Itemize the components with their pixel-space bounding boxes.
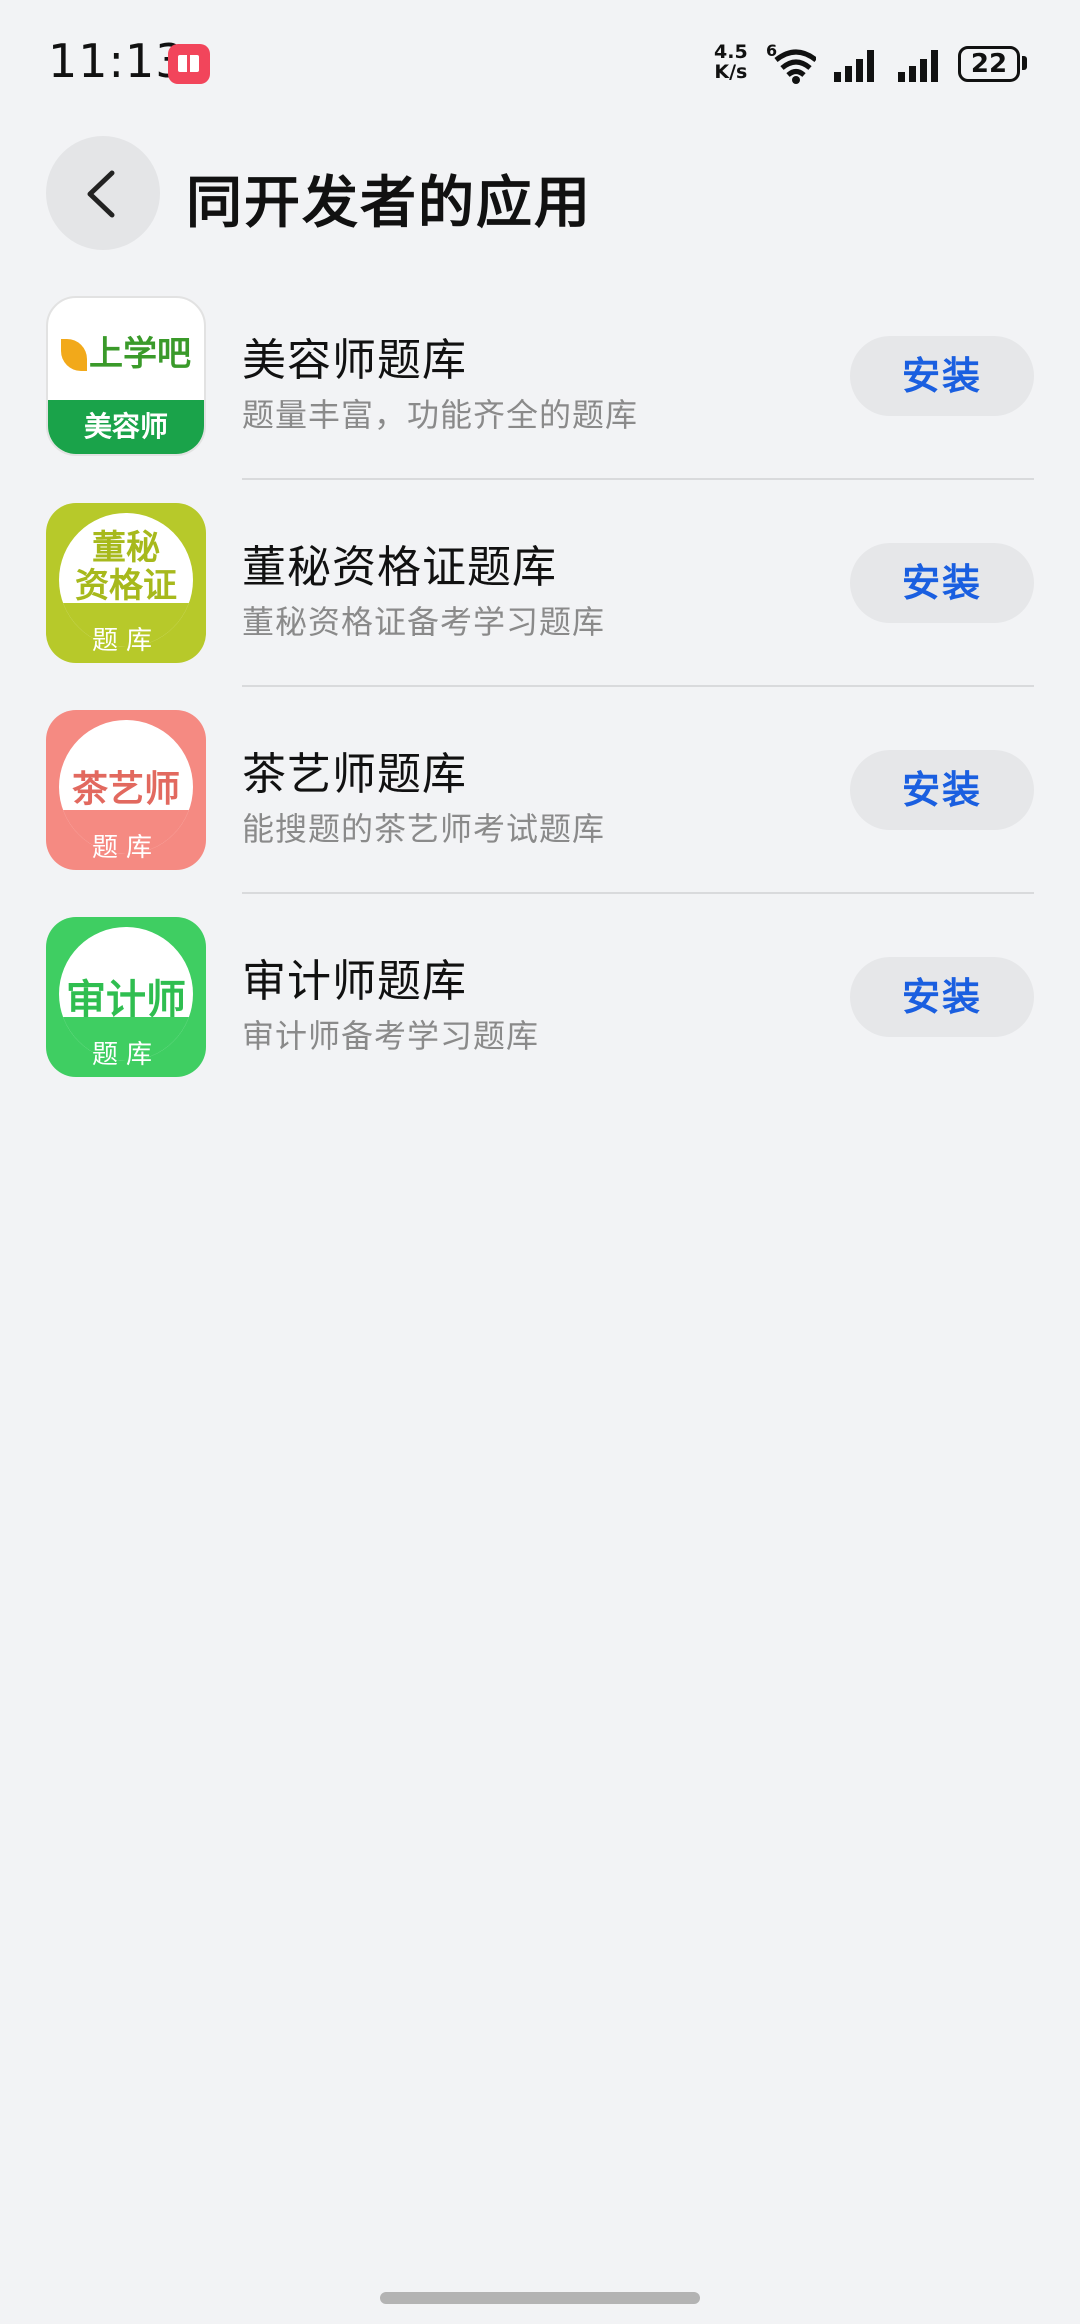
- install-button[interactable]: 安装: [850, 336, 1034, 416]
- chevron-left-icon: [87, 170, 115, 218]
- app-icon-subtitle: 题库: [91, 626, 160, 656]
- app-name[interactable]: 茶艺师题库: [242, 738, 467, 802]
- app-list: 上学吧 美容师 美容师题库 题量丰富，功能齐全的题库 安装 董秘 资格证 题库 …: [0, 294, 1080, 1122]
- book-app-notification-icon: [168, 44, 210, 84]
- battery-icon: 22: [958, 46, 1020, 82]
- network-speed: 4.5 K/s: [714, 41, 748, 83]
- signal-icon: [834, 50, 874, 82]
- app-icon-brand: 上学吧: [48, 326, 204, 375]
- home-indicator[interactable]: [380, 2292, 700, 2304]
- status-bar: 11:13 4.5 K/s 6 22: [0, 0, 1080, 130]
- app-description: 审计师备考学习题库: [242, 1017, 540, 1055]
- battery-tip: [1022, 56, 1027, 70]
- install-button[interactable]: 安装: [850, 750, 1034, 830]
- leaf-icon: [61, 339, 87, 371]
- app-icon[interactable]: 上学吧 美容师: [46, 296, 206, 456]
- list-item[interactable]: 审计师 题库 审计师题库 审计师备考学习题库 安装: [0, 915, 1080, 1122]
- app-icon[interactable]: 茶艺师 题库: [46, 710, 206, 870]
- install-button[interactable]: 安装: [850, 957, 1034, 1037]
- page-title: 同开发者的应用: [186, 171, 592, 236]
- app-icon[interactable]: 审计师 题库: [46, 917, 206, 1077]
- signal-icon-2: [898, 50, 938, 82]
- app-icon-band: 美容师: [48, 400, 204, 454]
- app-description: 能搜题的茶艺师考试题库: [242, 810, 606, 848]
- app-name[interactable]: 董秘资格证题库: [242, 531, 557, 595]
- divider: [242, 685, 1034, 687]
- app-icon-title: 董秘 资格证: [75, 528, 177, 606]
- list-item[interactable]: 董秘 资格证 题库 董秘资格证题库 董秘资格证备考学习题库 安装: [0, 501, 1080, 708]
- app-icon[interactable]: 董秘 资格证 题库: [46, 503, 206, 663]
- divider: [242, 478, 1034, 480]
- clock: 11:13: [48, 34, 186, 88]
- app-name[interactable]: 审计师题库: [242, 945, 467, 1009]
- list-item[interactable]: 上学吧 美容师 美容师题库 题量丰富，功能齐全的题库 安装: [0, 294, 1080, 501]
- app-description: 董秘资格证备考学习题库: [242, 603, 606, 641]
- list-item[interactable]: 茶艺师 题库 茶艺师题库 能搜题的茶艺师考试题库 安装: [0, 708, 1080, 915]
- install-button[interactable]: 安装: [850, 543, 1034, 623]
- app-icon-subtitle: 题库: [91, 833, 160, 863]
- app-icon-title: 茶艺师: [71, 769, 180, 810]
- app-icon-subtitle: 题库: [91, 1040, 160, 1070]
- app-name[interactable]: 美容师题库: [242, 324, 467, 388]
- app-description: 题量丰富，功能齐全的题库: [242, 396, 639, 434]
- back-button[interactable]: [46, 136, 160, 250]
- wifi-icon: 6: [766, 42, 816, 84]
- divider: [242, 892, 1034, 894]
